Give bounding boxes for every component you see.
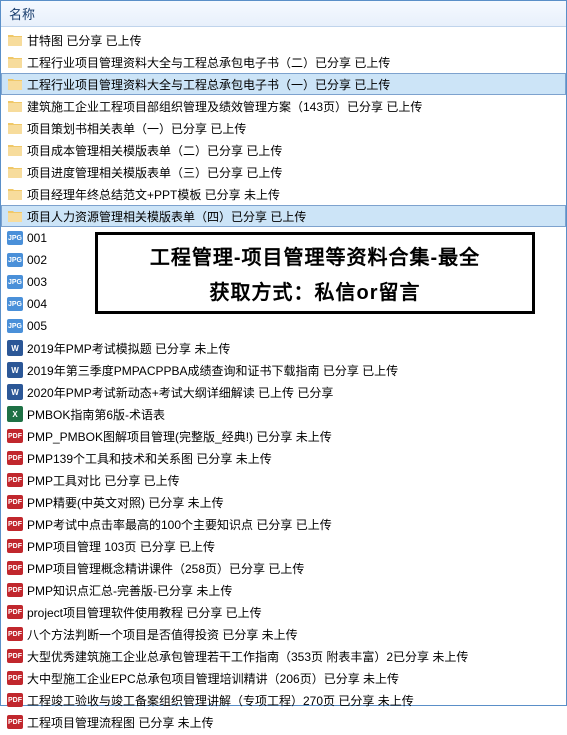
pdf-icon: PDF [7, 671, 23, 685]
file-row[interactable]: PDF PMP139个工具和技术和关系图 已分享 未上传 [1, 447, 566, 469]
file-row[interactable]: PDF 大中型施工企业EPC总承包项目管理培训精讲（206页）已分享 未上传 [1, 667, 566, 689]
jpg-icon: JPG [7, 253, 23, 267]
item-label: 项目策划书相关表单（一）已分享 已上传 [27, 120, 246, 137]
item-label: PMP139个工具和技术和关系图 已分享 未上传 [27, 450, 272, 467]
pdf-icon: PDF [7, 649, 23, 663]
jpg-icon: JPG [7, 275, 23, 289]
file-row[interactable]: PDF 大型优秀建筑施工企业总承包管理若干工作指南（353页 附表丰富）2已分享 … [1, 645, 566, 667]
file-row[interactable]: XPMBOK指南第6版-术语表 [1, 403, 566, 425]
folder-icon [7, 54, 23, 70]
item-label: 大型优秀建筑施工企业总承包管理若干工作指南（353页 附表丰富）2已分享 未上传 [27, 648, 468, 665]
folder-row[interactable]: 工程行业项目管理资料大全与工程总承包电子书（二）已分享 已上传 [1, 51, 566, 73]
file-explorer-window: 名称 甘特图 已分享 已上传工程行业项目管理资料大全与工程总承包电子书（二）已分… [0, 0, 567, 706]
item-label: 项目经理年终总结范文+PPT模板 已分享 未上传 [27, 186, 280, 203]
word-icon: W [7, 384, 23, 400]
pdf-icon: PDF [7, 627, 23, 641]
folder-icon [7, 76, 23, 92]
pdf-icon: PDF [7, 693, 23, 707]
file-row[interactable]: W2019年第三季度PMPACPPBA成绩查询和证书下载指南 已分享 已上传 [1, 359, 566, 381]
file-row[interactable]: PDF project项目管理软件使用教程 已分享 已上传 [1, 601, 566, 623]
overlay-title: 工程管理-项目管理等资料合集-最全 [150, 241, 480, 270]
folder-icon [7, 32, 23, 48]
item-label: 工程行业项目管理资料大全与工程总承包电子书（二）已分享 已上传 [27, 54, 390, 71]
folder-row[interactable]: 项目经理年终总结范文+PPT模板 已分享 未上传 [1, 183, 566, 205]
folder-row[interactable]: 项目进度管理相关模版表单（三）已分享 已上传 [1, 161, 566, 183]
file-row[interactable]: PDF PMP项目管理 103页 已分享 已上传 [1, 535, 566, 557]
item-label: 工程行业项目管理资料大全与工程总承包电子书（一）已分享 已上传 [27, 76, 390, 93]
file-row[interactable]: PDF PMP知识点汇总-完善版-已分享 未上传 [1, 579, 566, 601]
excel-icon: X [7, 406, 23, 422]
folder-row[interactable]: 工程行业项目管理资料大全与工程总承包电子书（一）已分享 已上传 [1, 73, 566, 95]
item-label: 003 [27, 275, 47, 289]
item-label: 工程项目管理流程图 已分享 未上传 [27, 714, 214, 731]
folder-row[interactable]: 项目策划书相关表单（一）已分享 已上传 [1, 117, 566, 139]
column-header-name: 名称 [9, 4, 35, 23]
word-icon: W [7, 340, 23, 356]
item-label: PMBOK指南第6版-术语表 [27, 406, 165, 423]
item-label: PMP工具对比 已分享 已上传 [27, 472, 180, 489]
pdf-icon: PDF [7, 495, 23, 509]
pdf-icon: PDF [7, 605, 23, 619]
file-row[interactable]: W2019年PMP考试模拟题 已分享 未上传 [1, 337, 566, 359]
item-label: 八个方法判断一个项目是否值得投资 已分享 未上传 [27, 626, 298, 643]
jpg-icon: JPG [7, 297, 23, 311]
file-row[interactable]: W2020年PMP考试新动态+考试大纲详细解读 已上传 已分享 [1, 381, 566, 403]
item-label: 2019年PMP考试模拟题 已分享 未上传 [27, 340, 230, 357]
item-label: PMP项目管理 103页 已分享 已上传 [27, 538, 215, 555]
folder-row[interactable]: 建筑施工企业工程项目部组织管理及绩效管理方案（143页）已分享 已上传 [1, 95, 566, 117]
pdf-icon: PDF [7, 429, 23, 443]
pdf-icon: PDF [7, 715, 23, 729]
file-list: 甘特图 已分享 已上传工程行业项目管理资料大全与工程总承包电子书（二）已分享 已… [1, 27, 566, 735]
item-label: project项目管理软件使用教程 已分享 已上传 [27, 604, 262, 621]
pdf-icon: PDF [7, 451, 23, 465]
file-row[interactable]: PDF PMP项目管理概念精讲课件（258页）已分享 已上传 [1, 557, 566, 579]
folder-icon [7, 208, 23, 224]
word-icon: W [7, 362, 23, 378]
folder-icon [7, 98, 23, 114]
item-label: 建筑施工企业工程项目部组织管理及绩效管理方案（143页）已分享 已上传 [27, 98, 422, 115]
item-label: 004 [27, 297, 47, 311]
item-label: 甘特图 已分享 已上传 [27, 32, 142, 49]
folder-row[interactable]: 项目成本管理相关模版表单（二）已分享 已上传 [1, 139, 566, 161]
item-label: 002 [27, 253, 47, 267]
item-label: PMP知识点汇总-完善版-已分享 未上传 [27, 582, 232, 599]
file-row[interactable]: PDF 工程项目管理流程图 已分享 未上传 [1, 711, 566, 733]
item-label: PMP_PMBOK图解项目管理(完整版_经典!) 已分享 未上传 [27, 428, 332, 445]
overlay-subtitle: 获取方式：私信or留言 [210, 276, 421, 305]
folder-icon [7, 164, 23, 180]
file-row[interactable]: PDF 八个方法判断一个项目是否值得投资 已分享 未上传 [1, 623, 566, 645]
pdf-icon: PDF [7, 473, 23, 487]
folder-icon [7, 186, 23, 202]
file-row[interactable]: PDF PMP工具对比 已分享 已上传 [1, 469, 566, 491]
item-label: PMP精要(中英文对照) 已分享 未上传 [27, 494, 224, 511]
pdf-icon: PDF [7, 539, 23, 553]
item-label: 2020年PMP考试新动态+考试大纲详细解读 已上传 已分享 [27, 384, 333, 401]
item-label: 2019年第三季度PMPACPPBA成绩查询和证书下载指南 已分享 已上传 [27, 362, 398, 379]
file-row[interactable]: JPG 005 [1, 315, 566, 337]
item-label: 项目人力资源管理相关模版表单（四）已分享 已上传 [27, 208, 306, 225]
folder-icon [7, 120, 23, 136]
pdf-icon: PDF [7, 517, 23, 531]
item-label: PMP项目管理概念精讲课件（258页）已分享 已上传 [27, 560, 304, 577]
item-label: 001 [27, 231, 47, 245]
jpg-icon: JPG [7, 319, 23, 333]
column-header[interactable]: 名称 [1, 1, 566, 27]
item-label: 大中型施工企业EPC总承包项目管理培训精讲（206页）已分享 未上传 [27, 670, 399, 687]
file-row[interactable]: PDF PMP考试中点击率最高的100个主要知识点 已分享 已上传 [1, 513, 566, 535]
file-row[interactable]: PDF PMP精要(中英文对照) 已分享 未上传 [1, 491, 566, 513]
jpg-icon: JPG [7, 231, 23, 245]
item-label: 项目成本管理相关模版表单（二）已分享 已上传 [27, 142, 282, 159]
item-label: 项目进度管理相关模版表单（三）已分享 已上传 [27, 164, 282, 181]
file-row[interactable]: PDF PMP_PMBOK图解项目管理(完整版_经典!) 已分享 未上传 [1, 425, 566, 447]
item-label: PMP考试中点击率最高的100个主要知识点 已分享 已上传 [27, 516, 332, 533]
folder-row[interactable]: 项目人力资源管理相关模版表单（四）已分享 已上传 [1, 205, 566, 227]
folder-icon [7, 142, 23, 158]
file-row[interactable]: PDF工程竣工验收与竣工备案组织管理讲解（专项工程）270页 已分享 未上传 [1, 689, 566, 711]
item-label: 005 [27, 319, 47, 333]
folder-row[interactable]: 甘特图 已分享 已上传 [1, 29, 566, 51]
pdf-icon: PDF [7, 561, 23, 575]
pdf-icon: PDF [7, 583, 23, 597]
overlay-announcement: 工程管理-项目管理等资料合集-最全 获取方式：私信or留言 [95, 232, 535, 314]
